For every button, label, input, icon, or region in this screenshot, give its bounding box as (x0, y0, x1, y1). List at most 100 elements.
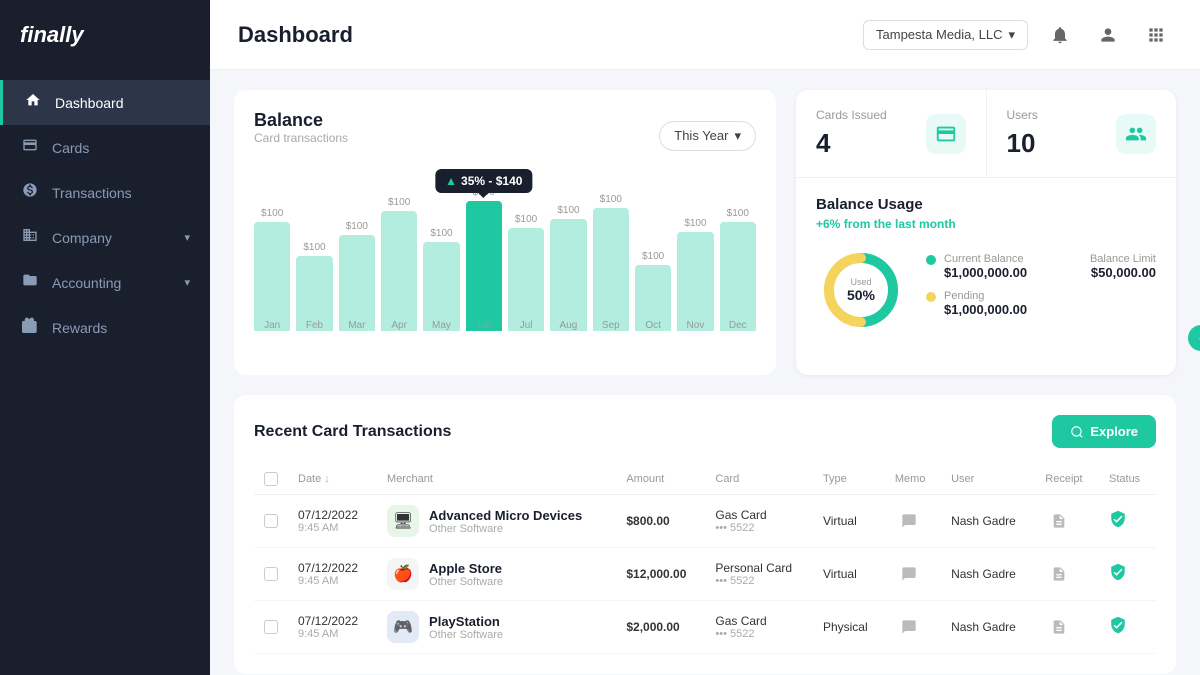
card-number: ••• 5522 (715, 628, 803, 640)
notifications-icon[interactable] (1044, 19, 1076, 51)
memo-icon[interactable] (895, 560, 923, 588)
company-selector[interactable]: Tampesta Media, LLC ▾ (863, 20, 1028, 50)
users-value: 10 (1007, 128, 1038, 159)
select-all-checkbox[interactable] (264, 472, 278, 486)
bar-jun[interactable]: ▲ 35% - $140 (466, 201, 502, 331)
memo-icon[interactable] (895, 507, 923, 535)
bar-value-label: $100 (515, 214, 537, 225)
merchant-info: Apple Store Other Software (429, 561, 503, 588)
pending-value: $1,000,000.00 (944, 302, 1027, 317)
bar-jul[interactable] (508, 228, 544, 331)
chevron-down-icon: ▾ (184, 231, 190, 244)
transaction-time: 9:45 AM (298, 575, 367, 587)
bar-aug[interactable] (550, 219, 586, 331)
bar-month-label: Oct (645, 320, 661, 331)
card-name: Gas Card (715, 508, 803, 522)
bar-month-label: May (432, 320, 451, 331)
bar-sep[interactable] (593, 208, 629, 331)
apps-icon[interactable] (1140, 19, 1172, 51)
row-checkbox[interactable] (264, 514, 278, 528)
receipt-cell (1035, 601, 1099, 654)
users-stat: Users 10 (987, 90, 1177, 177)
explore-button[interactable]: Explore (1052, 415, 1156, 448)
memo-icon[interactable] (895, 613, 923, 641)
bar-value-label: $100 (303, 242, 325, 253)
user-icon[interactable] (1092, 19, 1124, 51)
sidebar-item-dashboard[interactable]: Dashboard (0, 80, 210, 125)
accounting-icon (20, 272, 40, 293)
receipt-icon[interactable] (1045, 560, 1073, 588)
amount-cell: $800.00 (616, 495, 705, 548)
header: Dashboard Tampesta Media, LLC ▾ (210, 0, 1200, 70)
transactions-header: Recent Card Transactions Explore (254, 415, 1156, 448)
amount-cell: $12,000.00 (616, 548, 705, 601)
card-number: ••• 5522 (715, 575, 803, 587)
merchant-emoji: 🎮 (393, 617, 413, 637)
balance-card: Balance Card transactions This Year ▾ $1… (234, 90, 776, 375)
merchant-logo: 🎮 (387, 611, 419, 643)
main-area: Dashboard Tampesta Media, LLC ▾ Balance (210, 0, 1200, 675)
bar-jan[interactable] (254, 222, 290, 331)
merchant-cell: 🍎 Apple Store Other Software (377, 548, 616, 601)
sidebar-item-company[interactable]: Company ▾ (0, 215, 210, 260)
merchant-sub: Other Software (429, 576, 503, 588)
user-cell: Nash Gadre (941, 601, 1035, 654)
pending-dot (926, 292, 936, 302)
amount-cell: $2,000.00 (616, 601, 705, 654)
usage-change: +6% (816, 217, 840, 231)
donut-label: Used 50% (847, 277, 875, 303)
sidebar-label-dashboard: Dashboard (55, 95, 124, 111)
usage-change-label: from the last month (844, 217, 956, 231)
row-checkbox[interactable] (264, 567, 278, 581)
bar-month-label: Mar (348, 320, 365, 331)
bar-wrap-jan: $100Jan (254, 165, 290, 331)
bar-wrap-nov: $100Nov (677, 165, 713, 331)
date-cell: 07/12/2022 9:45 AM (288, 548, 377, 601)
receipt-icon[interactable] (1045, 613, 1073, 641)
chevron-down-icon-accounting: ▾ (184, 276, 190, 289)
cards-issued-stat: Cards Issued 4 (796, 90, 987, 177)
limit-value: $50,000.00 (1090, 265, 1156, 280)
transactions-table: Date↓ Merchant Amount Card Type Memo Use… (254, 464, 1156, 654)
card-cell: Gas Card ••• 5522 (705, 495, 813, 548)
bar-wrap-jun: $100▲ 35% - $140Jun (466, 165, 502, 331)
bar-wrap-jul: $100Jul (508, 165, 544, 331)
card-column-header: Card (705, 464, 813, 495)
bar-month-label: Jan (264, 320, 280, 331)
year-selector[interactable]: This Year ▾ (659, 121, 756, 151)
sidebar-item-cards[interactable]: Cards (0, 125, 210, 170)
sort-icon: ↓ (324, 473, 330, 485)
bar-mar[interactable] (339, 235, 375, 331)
transactions-title: Recent Card Transactions (254, 423, 451, 441)
type-cell: Virtual (813, 495, 885, 548)
merchant-info: Advanced Micro Devices Other Software (429, 508, 582, 535)
sidebar: finally ‹ Dashboard Cards Transactions (0, 0, 210, 675)
date-column-header[interactable]: Date↓ (298, 473, 367, 485)
card-name: Gas Card (715, 614, 803, 628)
type-cell: Virtual (813, 548, 885, 601)
chevron-down-icon-company: ▾ (1008, 27, 1015, 43)
row-checkbox[interactable] (264, 620, 278, 634)
sidebar-item-accounting[interactable]: Accounting ▾ (0, 260, 210, 305)
transactions-icon (20, 182, 40, 203)
company-icon (20, 227, 40, 248)
usage-title: Balance Usage (816, 196, 1156, 213)
receipt-icon[interactable] (1045, 507, 1073, 535)
sidebar-item-rewards[interactable]: Rewards (0, 305, 210, 350)
bar-apr[interactable] (381, 211, 417, 331)
pending-legend: Pending $1,000,000.00 (926, 290, 1156, 317)
bar-wrap-oct: $100Oct (635, 165, 671, 331)
balance-header: Balance Card transactions This Year ▾ (254, 110, 756, 161)
user-cell: Nash Gadre (941, 548, 1035, 601)
merchant-info: PlayStation Other Software (429, 614, 503, 641)
used-pct: 50% (847, 287, 875, 303)
bar-month-label: Apr (391, 320, 407, 331)
usage-content: Used 50% Current Balance $1,000,000.00 (816, 245, 1156, 335)
bar-may[interactable] (423, 242, 459, 331)
bar-dec[interactable] (720, 222, 756, 331)
bar-nov[interactable] (677, 232, 713, 331)
sidebar-item-transactions[interactable]: Transactions (0, 170, 210, 215)
home-icon (23, 92, 43, 113)
card-icon (20, 137, 40, 158)
current-label: Current Balance (944, 253, 1027, 265)
